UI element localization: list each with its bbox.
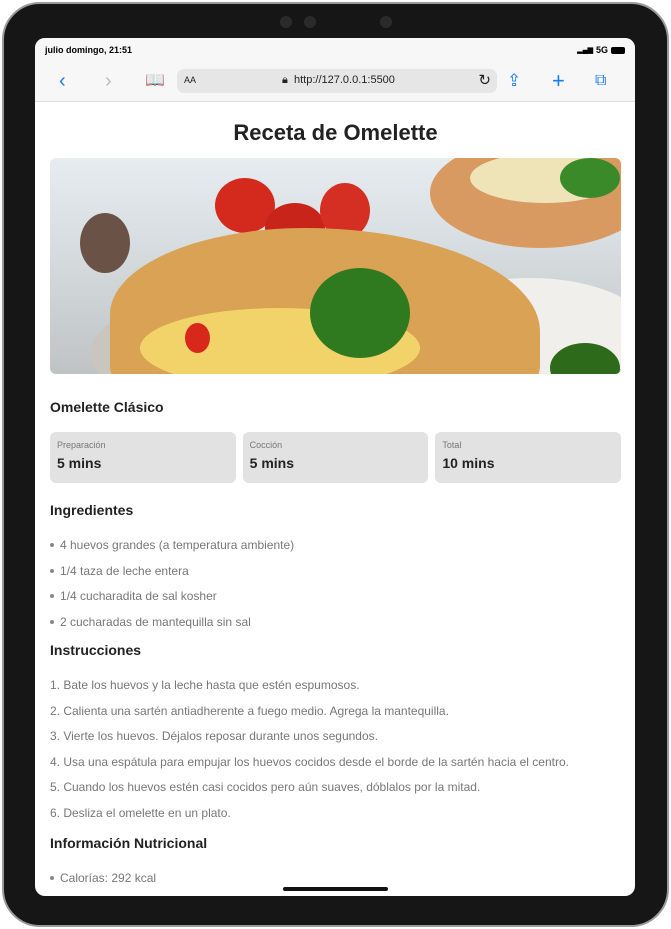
- camera-icon: [304, 16, 316, 28]
- reload-icon[interactable]: ↻: [478, 71, 491, 89]
- status-time: julio domingo, 21:51: [45, 45, 133, 55]
- list-item: Calorías: 292 kcal: [50, 871, 621, 896]
- forward-icon[interactable]: ›: [105, 69, 112, 93]
- nutrition-heading: Información Nutricional: [50, 835, 208, 851]
- prep-time-card: Preparación 5 mins: [50, 432, 236, 483]
- address-bar[interactable]: AA 🔒︎ http://127.0.0.1:5500 ↻: [177, 69, 497, 93]
- network-label: 5G: [595, 45, 608, 55]
- signal-icon: ▂▄▆: [577, 47, 593, 54]
- lock-icon: 🔒︎: [282, 74, 288, 86]
- time-cards: Preparación 5 mins Cocción 5 mins Total 10 …: [50, 432, 622, 483]
- new-tab-icon[interactable]: +: [552, 69, 565, 93]
- page-content: Receta de Omelette Omelette Clásico Prep…: [35, 120, 635, 896]
- time-label: Cocción: [249, 440, 283, 450]
- list-item: 1/4 taza de leche entera: [50, 564, 621, 590]
- list-item: 1. Bate los huevos y la leche hasta que …: [50, 678, 360, 692]
- total-time-card: Total 10 mins: [435, 432, 622, 483]
- browser-toolbar: ‹ › 📖 AA 🔒︎ http://127.0.0.1:5500 ↻ ⇪ + …: [35, 62, 635, 102]
- time-value: 5 mins: [249, 455, 295, 471]
- list-item: 2. Calienta una sartén antiadherente a f…: [50, 703, 449, 718]
- ingredients-heading: Ingredientes: [50, 502, 134, 518]
- url-text[interactable]: http://127.0.0.1:5500: [294, 74, 395, 86]
- list-item: 4. Usa una espátula para empujar los hue…: [50, 754, 569, 769]
- page-title: Receta de Omelette: [233, 120, 438, 145]
- text-size-button[interactable]: AA: [184, 75, 196, 85]
- sensor-icon: [380, 16, 392, 28]
- list-item: 6. Desliza el omelette en un plato.: [50, 805, 231, 820]
- home-indicator[interactable]: [283, 887, 388, 891]
- list-item: 1/4 cucharadita de sal kosher: [50, 589, 621, 615]
- recipe-subtitle: Omelette Clásico: [50, 399, 164, 415]
- status-bar: julio domingo, 21:51 ▂▄▆ 5G: [35, 38, 635, 62]
- sensor-icon: [280, 16, 292, 28]
- time-label: Total: [442, 440, 462, 450]
- list-item: 2 cucharadas de mantequilla sin sal: [50, 615, 621, 641]
- instructions-list: 1. Bate los huevos y la leche hasta que …: [50, 678, 621, 831]
- time-value: 5 mins: [57, 455, 102, 471]
- list-item: 5. Cuando los huevos estén casi cocidos …: [50, 780, 481, 794]
- share-icon[interactable]: ⇪: [507, 69, 521, 93]
- list-item: 3. Vierte los huevos. Déjalos reposar du…: [50, 729, 378, 743]
- tabs-icon[interactable]: ⧉: [595, 69, 606, 93]
- bookmarks-icon[interactable]: 📖: [145, 69, 165, 93]
- instructions-heading: Instrucciones: [50, 642, 142, 658]
- screen: julio domingo, 21:51 ▂▄▆ 5G ‹ › 📖 AA 🔒︎ h…: [35, 38, 635, 896]
- battery-icon: [611, 46, 625, 54]
- time-label: Preparación: [57, 440, 106, 450]
- cook-time-card: Cocción 5 mins: [242, 432, 429, 483]
- time-value: 10 mins: [442, 455, 495, 471]
- ingredients-list: 4 huevos grandes (a temperatura ambiente…: [50, 538, 621, 640]
- back-icon[interactable]: ‹: [59, 69, 66, 93]
- list-item: 4 huevos grandes (a temperatura ambiente…: [50, 538, 621, 564]
- omelette-image: [50, 158, 621, 374]
- nutrition-list: Calorías: 292 kcal: [50, 871, 621, 896]
